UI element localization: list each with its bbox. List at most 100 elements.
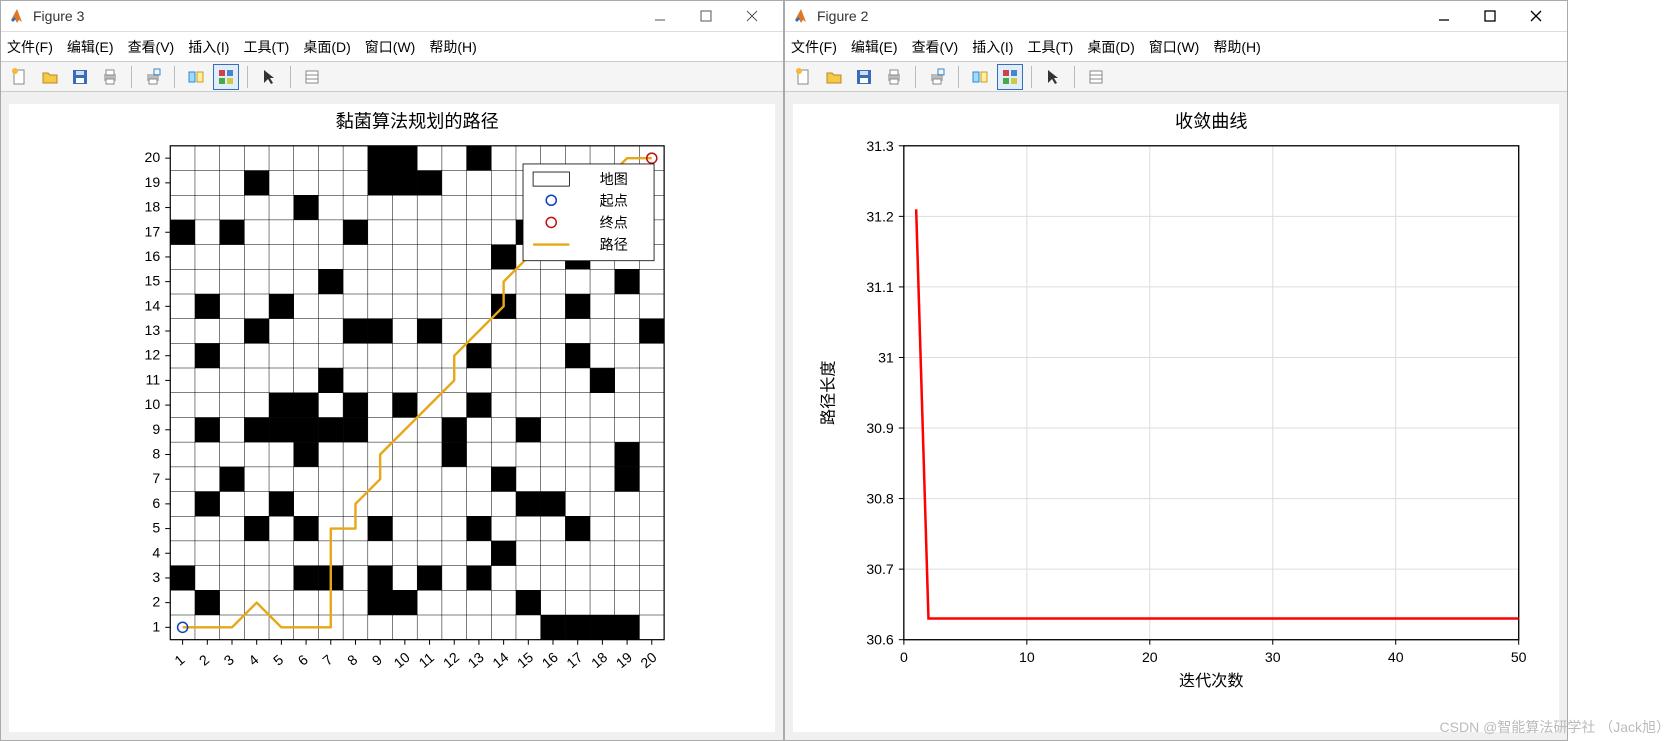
menu-view[interactable]: 查看(V): [912, 37, 959, 57]
svg-text:3: 3: [152, 569, 160, 585]
svg-text:30: 30: [1265, 649, 1281, 665]
svg-text:17: 17: [563, 649, 585, 671]
svg-text:收敛曲线: 收敛曲线: [1175, 112, 1248, 132]
svg-text:11: 11: [146, 372, 161, 388]
svg-text:7: 7: [319, 651, 335, 668]
svg-text:4: 4: [152, 544, 160, 560]
svg-text:18: 18: [588, 649, 610, 671]
menu-tools[interactable]: 工具(T): [243, 37, 289, 57]
print-icon[interactable]: [97, 64, 123, 90]
watermark: CSDN @智能算法研学社 （Jack旭）: [1440, 717, 1670, 737]
matlab-icon: [9, 8, 25, 24]
window-title: Figure 3: [33, 8, 637, 24]
svg-text:起点: 起点: [600, 192, 628, 208]
svg-text:11: 11: [416, 649, 438, 671]
svg-text:10: 10: [144, 396, 160, 412]
grid-map-chart: 1234567891011121314151617181920123456789…: [9, 104, 775, 732]
svg-text:12: 12: [440, 649, 462, 671]
minimize-button[interactable]: [1421, 1, 1467, 31]
menu-desktop[interactable]: 桌面(D): [303, 37, 350, 57]
svg-text:16: 16: [144, 248, 160, 264]
save-icon[interactable]: [851, 64, 877, 90]
svg-text:20: 20: [144, 149, 160, 165]
svg-text:16: 16: [539, 649, 561, 671]
menu-help[interactable]: 帮助(H): [1213, 37, 1260, 57]
print-sel-icon[interactable]: [924, 64, 950, 90]
svg-text:5: 5: [270, 651, 286, 668]
svg-text:3: 3: [221, 651, 237, 668]
matlab-icon: [793, 8, 809, 24]
brush-icon[interactable]: [997, 64, 1023, 90]
svg-text:40: 40: [1388, 649, 1404, 665]
print-sel-icon[interactable]: [140, 64, 166, 90]
open-folder-icon[interactable]: [821, 64, 847, 90]
svg-text:12: 12: [144, 347, 160, 363]
svg-text:14: 14: [144, 297, 160, 313]
svg-text:20: 20: [637, 649, 659, 671]
menu-window[interactable]: 窗口(W): [365, 37, 416, 57]
svg-text:8: 8: [152, 446, 160, 462]
menu-file[interactable]: 文件(F): [791, 37, 837, 57]
insert-colorbar-icon[interactable]: [1083, 64, 1109, 90]
cursor-icon[interactable]: [1040, 64, 1066, 90]
menu-edit[interactable]: 编辑(E): [851, 37, 898, 57]
menu-desktop[interactable]: 桌面(D): [1087, 37, 1134, 57]
titlebar[interactable]: Figure 2: [785, 1, 1567, 32]
open-folder-icon[interactable]: [37, 64, 63, 90]
menu-file[interactable]: 文件(F): [7, 37, 53, 57]
insert-colorbar-icon[interactable]: [299, 64, 325, 90]
menu-insert[interactable]: 插入(I): [188, 37, 229, 57]
axes-area[interactable]: 1234567891011121314151617181920123456789…: [1, 92, 783, 740]
new-file-icon[interactable]: [7, 64, 33, 90]
svg-text:31.3: 31.3: [866, 138, 894, 154]
menu-tools[interactable]: 工具(T): [1027, 37, 1073, 57]
menu-help[interactable]: 帮助(H): [429, 37, 476, 57]
new-file-icon[interactable]: [791, 64, 817, 90]
svg-text:8: 8: [344, 651, 360, 668]
svg-text:31.2: 31.2: [866, 209, 894, 225]
svg-text:地图: 地图: [600, 171, 628, 187]
svg-text:10: 10: [390, 649, 412, 671]
close-button[interactable]: [1513, 1, 1559, 31]
close-button[interactable]: [729, 1, 775, 31]
svg-text:31: 31: [878, 350, 894, 366]
svg-text:4: 4: [245, 651, 261, 668]
figure-window-3: Figure 3 文件(F) 编辑(E) 查看(V) 插入(I) 工具(T) 桌…: [0, 0, 784, 741]
minimize-button[interactable]: [637, 1, 683, 31]
svg-text:14: 14: [489, 649, 511, 671]
svg-text:1: 1: [152, 618, 160, 634]
linked-axes-icon[interactable]: [967, 64, 993, 90]
svg-text:13: 13: [465, 649, 487, 671]
menu-insert[interactable]: 插入(I): [972, 37, 1013, 57]
menu-view[interactable]: 查看(V): [128, 37, 175, 57]
svg-text:17: 17: [144, 223, 160, 239]
print-icon[interactable]: [881, 64, 907, 90]
svg-text:0: 0: [900, 649, 908, 665]
svg-text:路径: 路径: [600, 237, 628, 253]
svg-text:9: 9: [369, 651, 385, 668]
convergence-chart: 0102030405030.630.730.830.93131.131.231.…: [793, 104, 1559, 732]
svg-text:7: 7: [152, 470, 160, 486]
svg-text:30.6: 30.6: [866, 632, 894, 648]
maximize-button[interactable]: [683, 1, 729, 31]
maximize-button[interactable]: [1467, 1, 1513, 31]
menubar: 文件(F) 编辑(E) 查看(V) 插入(I) 工具(T) 桌面(D) 窗口(W…: [1, 32, 783, 61]
svg-text:终点: 终点: [600, 215, 628, 231]
titlebar[interactable]: Figure 3: [1, 1, 783, 32]
svg-text:13: 13: [144, 322, 160, 338]
linked-axes-icon[interactable]: [183, 64, 209, 90]
svg-text:18: 18: [144, 199, 160, 215]
svg-text:15: 15: [144, 273, 160, 289]
window-title: Figure 2: [817, 8, 1421, 24]
menu-window[interactable]: 窗口(W): [1149, 37, 1200, 57]
save-icon[interactable]: [67, 64, 93, 90]
cursor-icon[interactable]: [256, 64, 282, 90]
svg-text:31.1: 31.1: [866, 279, 894, 295]
svg-text:9: 9: [152, 421, 160, 437]
axes-area[interactable]: 0102030405030.630.730.830.93131.131.231.…: [785, 92, 1567, 740]
svg-text:黏菌算法规划的路径: 黏菌算法规划的路径: [336, 112, 499, 132]
brush-icon[interactable]: [213, 64, 239, 90]
toolbar: [785, 61, 1567, 92]
svg-text:2: 2: [196, 651, 212, 668]
menu-edit[interactable]: 编辑(E): [67, 37, 114, 57]
